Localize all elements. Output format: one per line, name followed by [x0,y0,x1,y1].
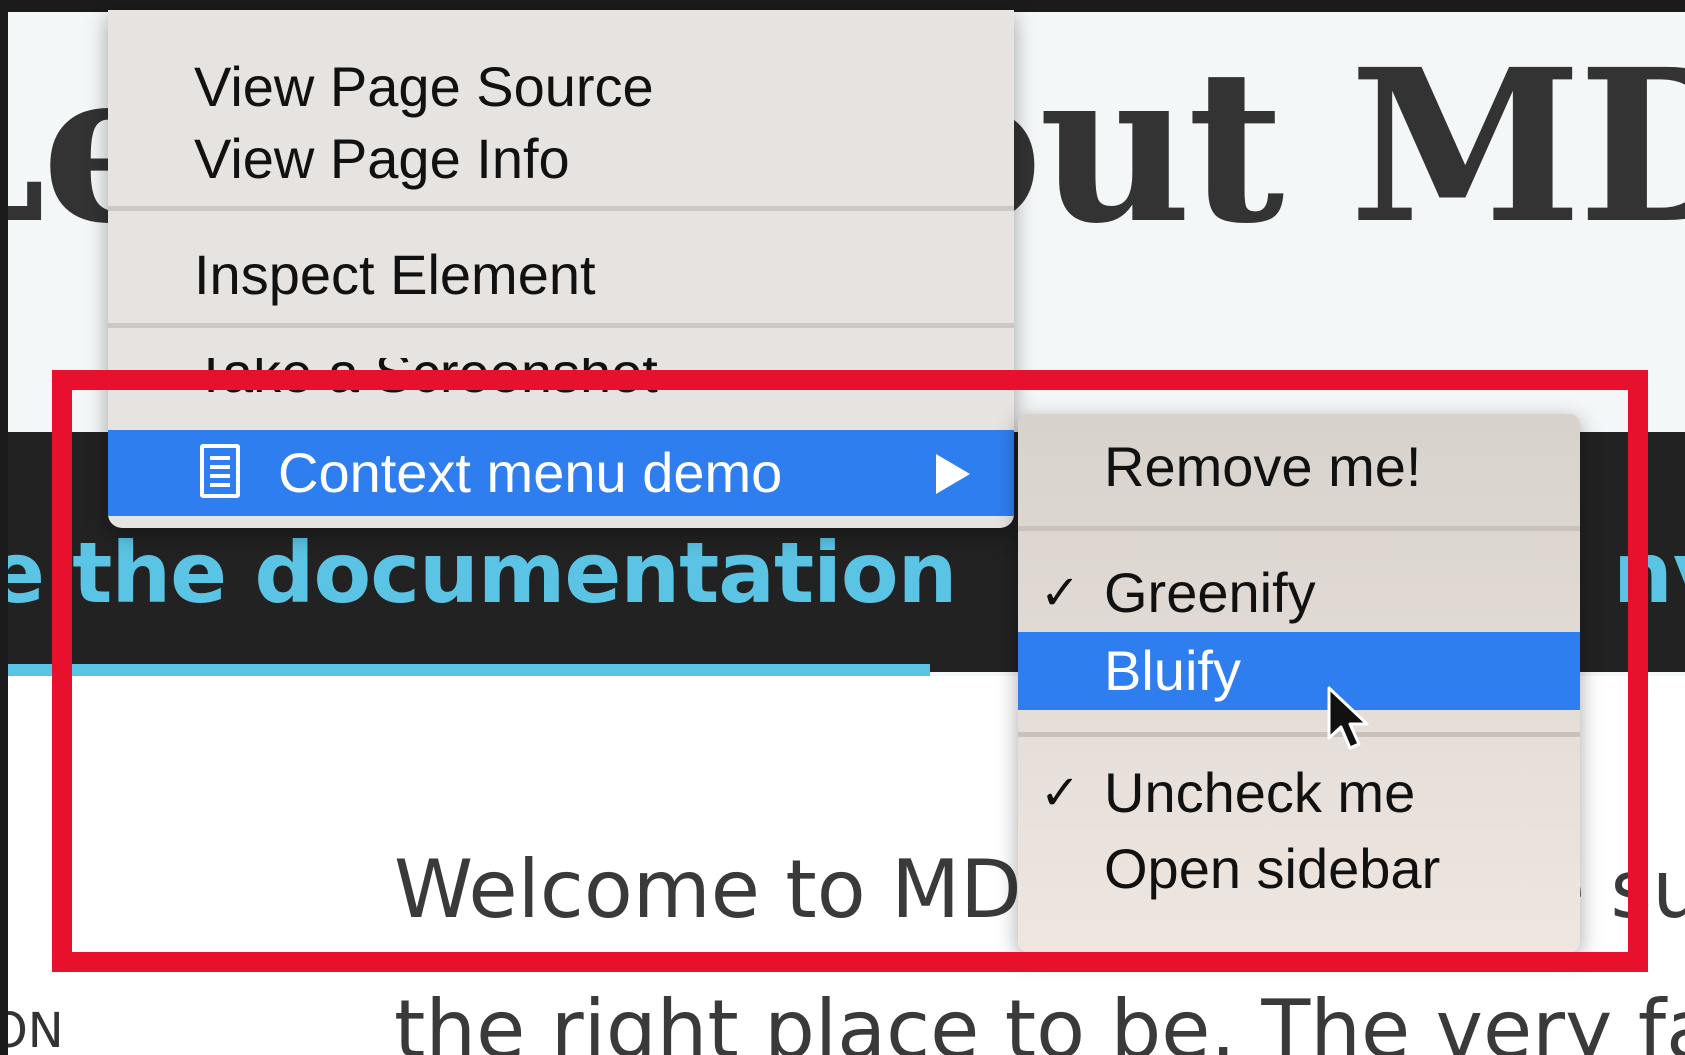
annotation-highlight-frame [52,370,1648,972]
menu-item-inspect-element[interactable]: Inspect Element [108,238,1014,312]
intro-text-line-2: the right place to be. The very fac [394,983,1685,1055]
menu-item-view-page-info[interactable]: View Page Info [108,122,1014,196]
menu-item-label: View Page Info [194,127,570,190]
menu-separator [108,323,1014,328]
sidebar-label: ON [8,1003,64,1055]
menu-item-label: Inspect Element [194,243,596,306]
menu-item-label: View Page Source [194,55,654,118]
menu-item-view-page-source[interactable]: View Page Source [108,50,1014,124]
menu-separator [108,206,1014,211]
